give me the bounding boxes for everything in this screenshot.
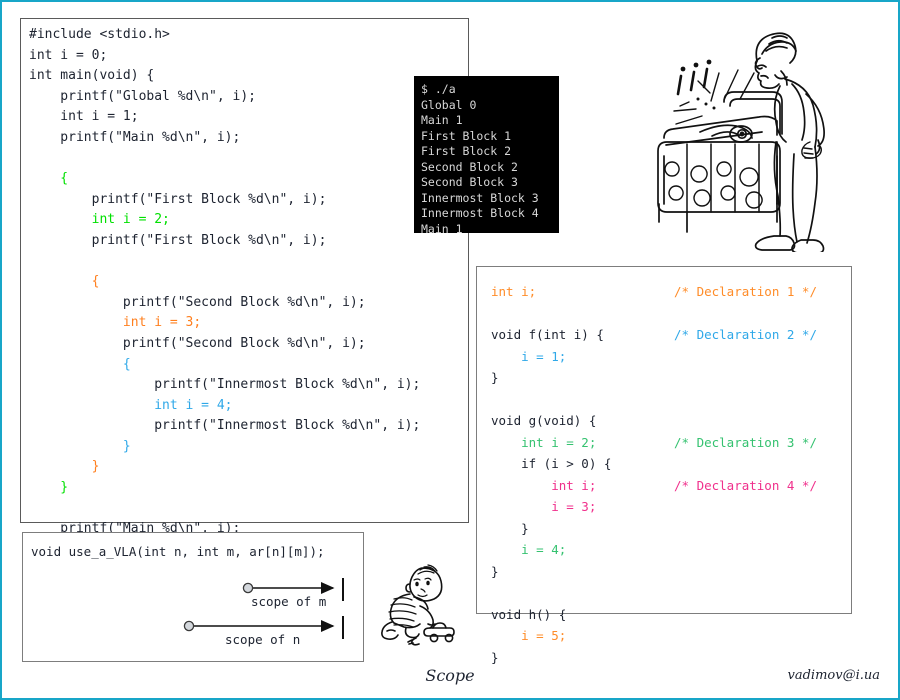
scope-of-n-label: scope of n bbox=[225, 632, 301, 647]
declaration-line: if (i > 0) { bbox=[491, 453, 841, 475]
declaration-code: if (i > 0) { bbox=[491, 456, 612, 471]
declaration-line: int i; /* Declaration 4 */ bbox=[491, 475, 841, 497]
declaration-comment: /* Declaration 4 */ bbox=[674, 477, 817, 493]
declaration-code: } bbox=[491, 370, 499, 385]
declaration-line: i = 4; bbox=[491, 539, 841, 561]
source-code-text: #include <stdio.h> int i = 0; int main(v… bbox=[29, 25, 460, 581]
declaration-line: i = 1; bbox=[491, 346, 841, 368]
man-arm bbox=[805, 93, 825, 147]
code-line: int i = 0; bbox=[29, 47, 108, 63]
code-line: printf("Innermost Block %d\n", i); bbox=[29, 377, 421, 393]
code-line: int i = 4; bbox=[29, 397, 233, 413]
declaration-line: void f(int i) { /* Declaration 2 */ bbox=[491, 324, 841, 346]
declaration-code: i = 4; bbox=[491, 542, 567, 557]
declaration-code: int i = 2; bbox=[491, 434, 597, 450]
author-email: vadimov@i.ua bbox=[787, 668, 881, 683]
i-letters bbox=[676, 67, 709, 96]
declaration-code: } bbox=[491, 649, 499, 665]
code-line: #include <stdio.h> bbox=[29, 27, 170, 42]
declaration-line: } bbox=[491, 367, 841, 389]
declaration-code: } bbox=[491, 563, 499, 579]
page-title: Scope bbox=[425, 666, 475, 685]
declaration-code: } bbox=[491, 520, 529, 536]
declaration-line bbox=[491, 582, 841, 604]
declaration-code: i = 1; bbox=[491, 348, 567, 364]
declaration-code: i = 3; bbox=[491, 499, 597, 514]
declaration-line: int i; /* Declaration 1 */ bbox=[491, 281, 841, 303]
code-line: printf("Global %d\n", i); bbox=[29, 88, 256, 104]
code-line: int i = 1; bbox=[29, 109, 139, 125]
declaration-comment: /* Declaration 3 */ bbox=[674, 434, 817, 450]
declaration-line: } bbox=[491, 561, 841, 583]
code-line: { bbox=[29, 274, 100, 290]
code-line: printf("Second Block %d\n", i); bbox=[29, 335, 366, 351]
declaration-code: void f(int i) { bbox=[491, 327, 604, 342]
crib-mattress bbox=[663, 115, 778, 139]
declaration-code: void h() { bbox=[491, 606, 567, 622]
scope-of-m-label: scope of m bbox=[251, 594, 327, 609]
code-line: { bbox=[29, 356, 131, 372]
code-line: int i = 3; bbox=[29, 315, 202, 331]
code-line: } bbox=[29, 459, 100, 475]
terminal-output-panel: $ ./a Global 0 Main 1 First Block 1 Firs… bbox=[414, 76, 559, 233]
code-line: } bbox=[29, 438, 131, 454]
man-hair bbox=[755, 32, 797, 64]
scope-n-start-dot bbox=[183, 620, 195, 632]
code-line: printf("Second Block %d\n", i); bbox=[29, 294, 366, 310]
declaration-line: void h() { bbox=[491, 604, 841, 626]
declaration-line: int i = 2; /* Declaration 3 */ bbox=[491, 432, 841, 454]
code-line: printf("Main %d\n", i); bbox=[29, 129, 241, 145]
scope-m-start-dot bbox=[242, 582, 254, 594]
man-leg-back bbox=[806, 146, 818, 244]
declaration-line bbox=[491, 389, 841, 411]
declaration-code: i = 5; bbox=[491, 628, 567, 643]
baby-leg-front bbox=[404, 627, 420, 639]
shine-lines bbox=[673, 69, 755, 125]
slide-root: #include <stdio.h> int i = 0; int main(v… bbox=[0, 0, 900, 700]
code-line: } bbox=[29, 480, 69, 496]
code-line: int i = 2; bbox=[29, 212, 170, 228]
declaration-code: int i; bbox=[491, 477, 597, 493]
declaration-line: void g(void) { bbox=[491, 410, 841, 432]
declaration-line: i = 5; bbox=[491, 625, 841, 647]
man-back bbox=[784, 78, 818, 148]
man-looking-into-crib-illustration bbox=[657, 32, 825, 252]
crib-panel-decor bbox=[664, 161, 763, 209]
declaration-line: } bbox=[491, 518, 841, 540]
vla-scope-panel: void use_a_VLA(int n, int m, ar[n][m]); … bbox=[22, 532, 364, 662]
declaration-code: void g(void) { bbox=[491, 413, 597, 428]
toy-car bbox=[423, 622, 455, 643]
declaration-comment: /* Declaration 2 */ bbox=[674, 327, 817, 342]
declaration-code: int i; bbox=[491, 284, 537, 299]
source-code-panel: #include <stdio.h> int i = 0; int main(v… bbox=[20, 18, 469, 577]
declarations-panel: int i; /* Declaration 1 */ void f(int i) {… bbox=[476, 266, 852, 665]
declaration-line: } bbox=[491, 647, 841, 669]
declaration-line bbox=[491, 303, 841, 325]
code-line: printf("First Block %d\n", i); bbox=[29, 191, 327, 207]
code-line: printf("First Block %d\n", i); bbox=[29, 232, 327, 248]
declaration-line: i = 3; bbox=[491, 496, 841, 518]
code-line: printf("Innermost Block %d\n", i); bbox=[29, 418, 421, 434]
code-line: int main(void) { bbox=[29, 68, 155, 84]
crawling-baby-illustration bbox=[381, 564, 455, 646]
code-line: { bbox=[29, 171, 69, 187]
man-shoe-front bbox=[754, 235, 796, 251]
terminal-text: $ ./a Global 0 Main 1 First Block 1 Firs… bbox=[421, 82, 539, 233]
declaration-comment: /* Declaration 1 */ bbox=[674, 284, 817, 299]
